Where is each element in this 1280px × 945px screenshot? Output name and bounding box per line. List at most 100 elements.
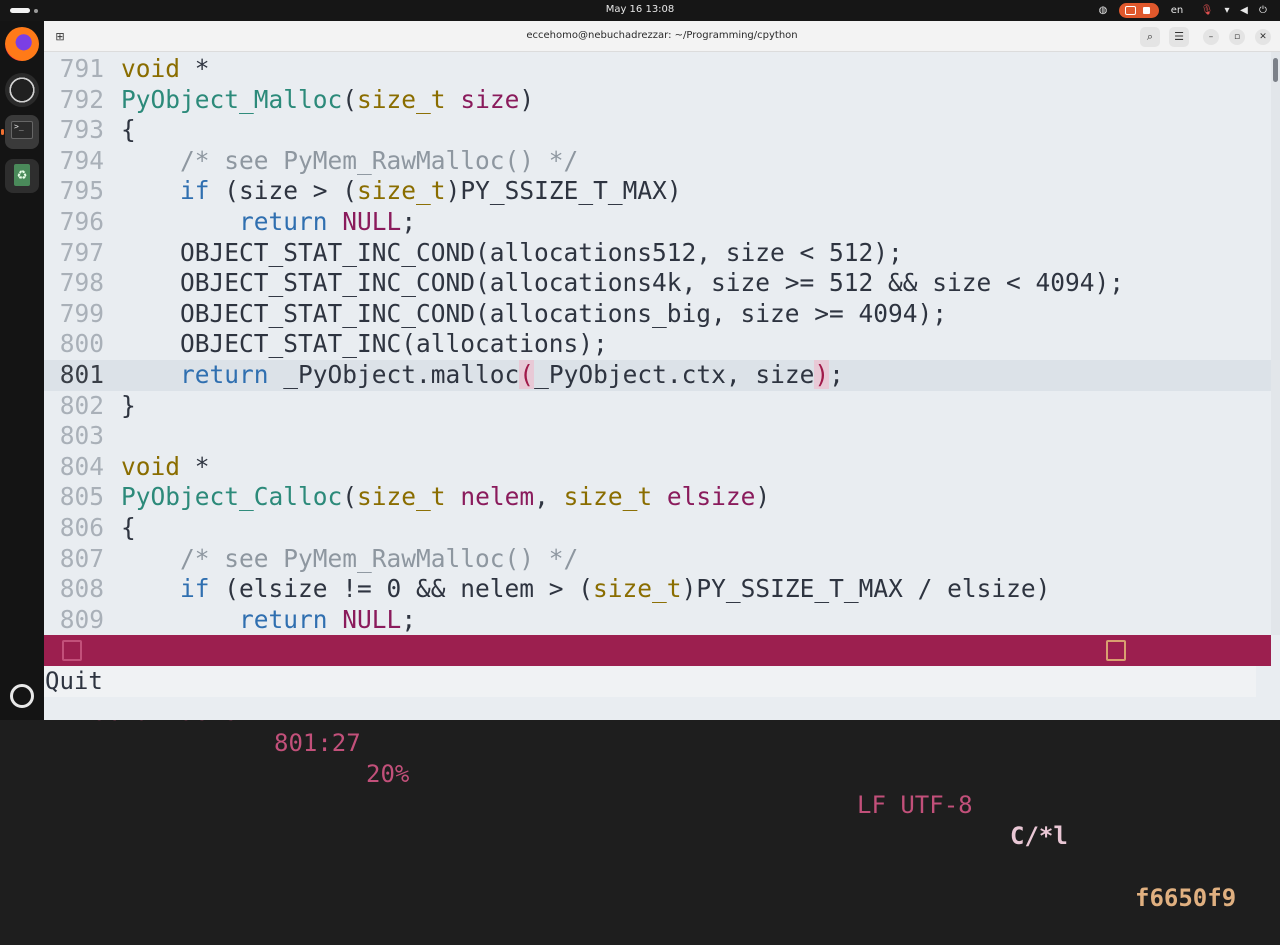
code-line[interactable]: 795 if (size > (size_t)PY_SSIZE_T_MAX) (44, 176, 1271, 207)
code-line[interactable]: 808 if (elsize != 0 && nelem > (size_t)P… (44, 574, 1271, 605)
screencast-tray-icon[interactable]: ◍ (1095, 2, 1111, 19)
token: ( (342, 84, 358, 114)
git-commit-hash[interactable]: f6650f9 (1135, 883, 1236, 914)
code-text[interactable]: void * (121, 452, 210, 483)
show-apps-icon[interactable] (10, 684, 34, 708)
obs-studio-icon[interactable] (5, 73, 39, 107)
token: * (180, 451, 210, 481)
code-line[interactable]: 791 void * (44, 54, 1271, 85)
line-number: 791 (59, 54, 104, 83)
code-line[interactable]: 798 OBJECT_STAT_INC_COND(allocations4k, … (44, 268, 1271, 299)
cursor-position: 801:27 (274, 729, 361, 757)
token: ) (519, 84, 535, 114)
token-kw: return (180, 360, 269, 389)
token-var: NULL (342, 604, 402, 634)
buffer-file-icon (62, 640, 82, 661)
clock[interactable]: May 16 13:08 (0, 4, 1280, 15)
volume-icon[interactable]: ◀ (1237, 2, 1251, 19)
token: _PyObject.malloc (268, 360, 520, 389)
code-text[interactable]: } (121, 391, 136, 422)
menu-button[interactable]: ☰ (1169, 27, 1189, 47)
code-line[interactable]: 796 return NULL; (44, 207, 1271, 238)
buffer-percent: 20% (366, 760, 410, 788)
code-text[interactable]: { (121, 115, 136, 146)
code-text[interactable]: { (121, 513, 136, 544)
code-line[interactable]: 797 OBJECT_STAT_INC_COND(allocations512,… (44, 238, 1271, 269)
code-line[interactable]: 806 { (44, 513, 1271, 544)
code-text[interactable]: OBJECT_STAT_INC_COND(allocations512, siz… (121, 238, 903, 269)
token-type: void (121, 54, 181, 83)
search-button[interactable]: ⌕ (1140, 27, 1160, 47)
code-line[interactable]: 805 PyObject_Calloc(size_t nelem, size_t … (44, 482, 1271, 513)
code-line[interactable]: 802} (44, 391, 1271, 422)
code-text[interactable]: return NULL; (121, 605, 416, 635)
token: )PY_SSIZE_T_MAX) (445, 176, 682, 206)
line-number: 801 (59, 360, 104, 389)
mode-line: obmalloc.c 801:27 20% LF UTF-8 C/*l f665… (44, 635, 1271, 912)
token-type: size_t (357, 84, 446, 114)
microphone-icon[interactable]: 🎙︎ (1200, 2, 1214, 19)
code-text[interactable]: OBJECT_STAT_INC_COND(allocations_big, si… (121, 299, 947, 330)
vertical-scrollbar[interactable] (1271, 52, 1280, 635)
code-text[interactable]: if (elsize != 0 && nelem > (size_t)PY_SS… (121, 574, 1050, 605)
token-var: size (460, 84, 520, 114)
git-branch-icon (1106, 640, 1126, 661)
power-icon[interactable]: ⏻ (1256, 2, 1270, 19)
code-text[interactable]: void * (121, 54, 210, 85)
firefox-icon[interactable] (5, 27, 39, 61)
code-text[interactable]: PyObject_Malloc(size_t size) (121, 85, 534, 116)
code-text[interactable]: return _PyObject.malloc(_PyObject.ctx, s… (121, 360, 844, 391)
code-line[interactable]: 803 (44, 421, 1271, 452)
terminal-icon[interactable]: >_ (5, 115, 39, 149)
token-fn: PyObject_Calloc (121, 482, 343, 512)
code-text[interactable]: OBJECT_STAT_INC_COND(allocations4k, size… (121, 268, 1124, 299)
current-code-line[interactable]: 801 return _PyObject.malloc(_PyObject.ct… (44, 360, 1271, 391)
token-type: void (121, 451, 181, 481)
code-text[interactable]: /* see PyMem_RawMalloc() */ (121, 146, 578, 177)
major-mode[interactable]: C/*l (1010, 821, 1068, 852)
trash-icon[interactable]: ♻ (5, 159, 39, 193)
line-number: 794 (59, 145, 104, 175)
line-number: 806 (59, 513, 104, 542)
maximize-button[interactable]: ▫ (1229, 29, 1245, 45)
line-number: 803 (59, 421, 104, 451)
code-text[interactable]: /* see PyMem_RawMalloc() */ (121, 544, 578, 575)
window-titlebar: ⊞ eccehomo@nebuchadrezzar: ~/Programming… (44, 21, 1280, 52)
token: , (534, 482, 564, 512)
token-var: elsize (666, 482, 756, 512)
wifi-icon[interactable]: ▾ (1220, 2, 1234, 19)
token: } (121, 390, 136, 420)
code-text[interactable]: OBJECT_STAT_INC(allocations); (121, 329, 608, 360)
code-text[interactable]: return NULL; (121, 207, 416, 238)
code-line[interactable]: 804 void * (44, 452, 1271, 483)
close-button[interactable]: ✕ (1255, 29, 1271, 45)
code-line[interactable]: 792 PyObject_Malloc(size_t size) (44, 85, 1271, 116)
token: OBJECT_STAT_INC_COND(allocations4k, size… (121, 268, 1125, 298)
token: )PY_SSIZE_T_MAX / elsize) (681, 574, 1051, 604)
token: _PyObject.ctx, size (534, 360, 815, 389)
dock: >_ ♻ (0, 21, 44, 720)
line-number: 804 (59, 451, 104, 481)
token-type: size_t (563, 482, 653, 512)
scrollbar-thumb[interactable] (1273, 58, 1278, 82)
code-editor[interactable]: 791 void * 792 PyObject_Malloc(size_t size)… (44, 52, 1271, 635)
code-line[interactable]: 807 /* see PyMem_RawMalloc() */ (44, 544, 1271, 575)
file-encoding[interactable]: LF UTF-8 (857, 790, 973, 821)
screen-recording-indicator[interactable] (1119, 3, 1159, 18)
window-title: eccehomo@nebuchadrezzar: ~/Programming/c… (526, 30, 798, 41)
line-number: 795 (59, 176, 104, 206)
code-line[interactable]: 799 OBJECT_STAT_INC_COND(allocations_big… (44, 299, 1271, 330)
code-line[interactable]: 800 OBJECT_STAT_INC(allocations); (44, 329, 1271, 360)
keyboard-language[interactable]: en (1166, 2, 1188, 19)
code-line[interactable]: 809 return NULL; (44, 605, 1271, 635)
line-number: 792 (59, 84, 104, 114)
code-text[interactable]: if (size > (size_t)PY_SSIZE_T_MAX) (121, 176, 682, 207)
token: OBJECT_STAT_INC_COND(allocations512, siz… (121, 237, 903, 267)
code-line[interactable]: 794 /* see PyMem_RawMalloc() */ (44, 146, 1271, 177)
minimize-button[interactable]: – (1203, 29, 1219, 45)
code-line[interactable]: 793 { (44, 115, 1271, 146)
code-text[interactable]: PyObject_Calloc(size_t nelem, size_t els… (121, 482, 770, 513)
